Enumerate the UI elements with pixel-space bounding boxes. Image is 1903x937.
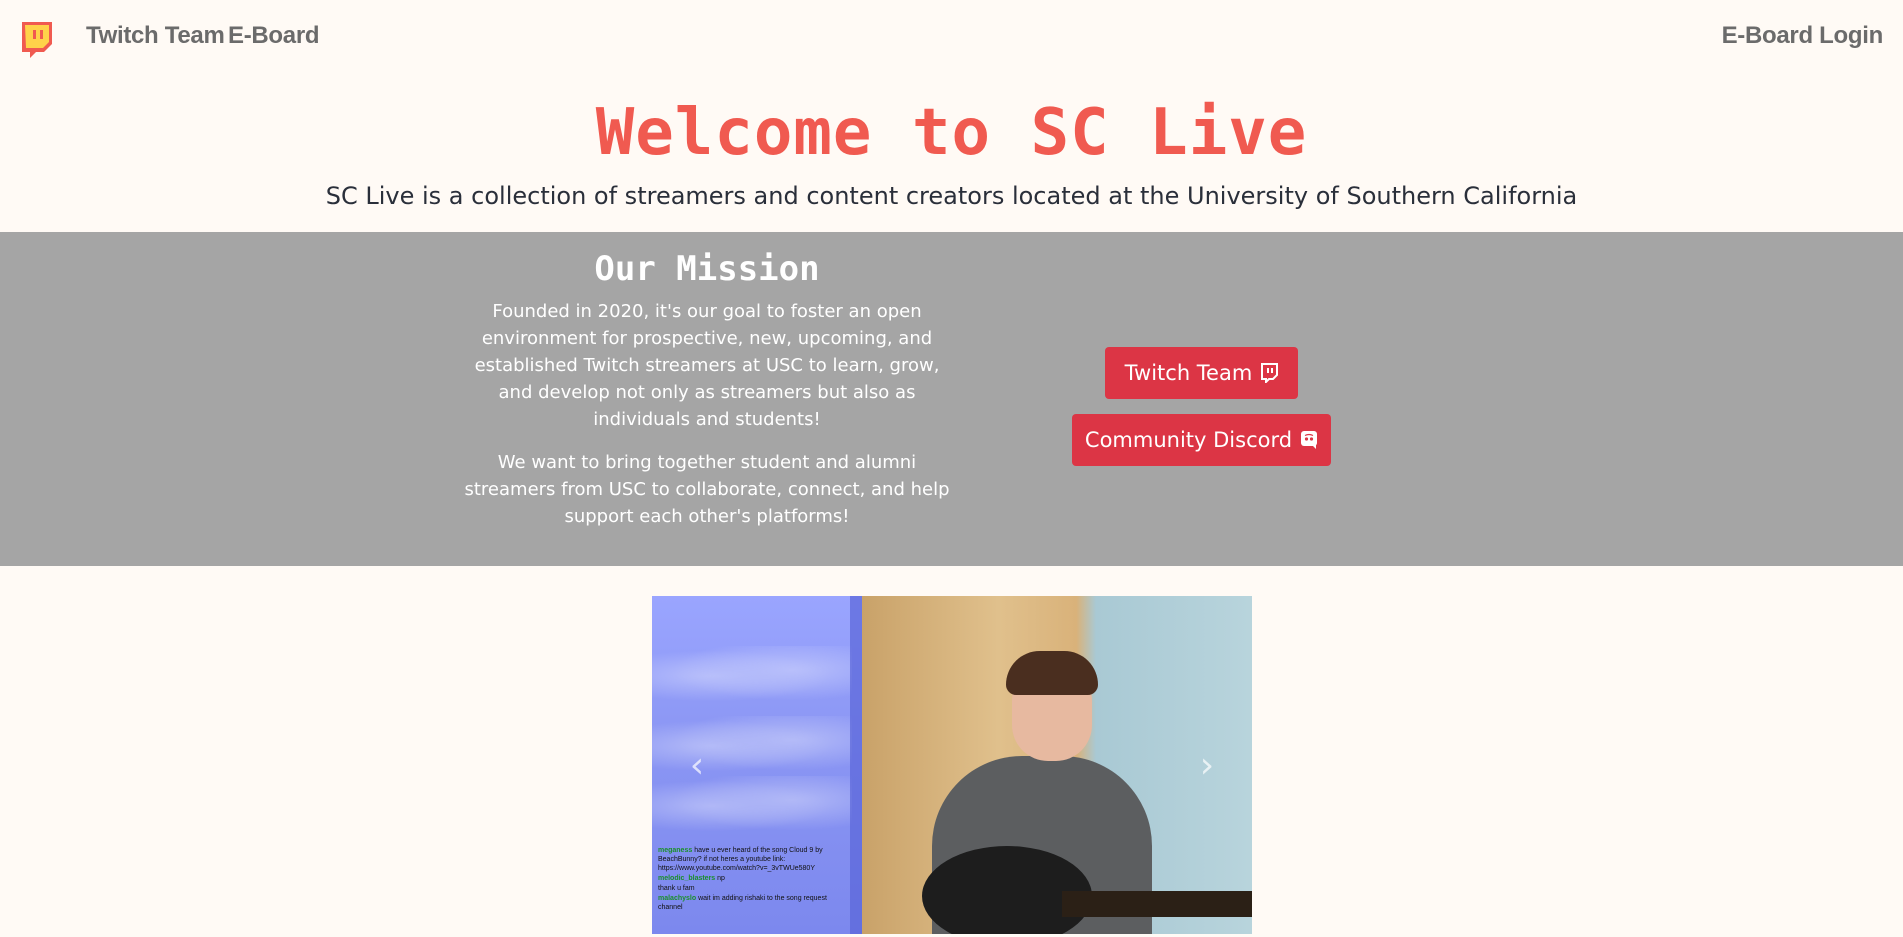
discord-icon <box>1300 430 1318 450</box>
chat-username: malachyslo <box>658 895 697 902</box>
chat-text: thank u fam <box>658 885 695 892</box>
guitar-neck <box>1062 891 1252 917</box>
chat-text: np <box>717 875 725 882</box>
mission-paragraph-1: Founded in 2020, it's our goal to foster… <box>474 301 940 430</box>
chat-message: malachyslo wait im adding rishaki to the… <box>658 894 853 912</box>
slide-divider <box>850 596 862 934</box>
page-subtitle: SC Live is a collection of streamers and… <box>325 182 1578 210</box>
community-discord-button-label: Community Discord <box>1084 428 1293 452</box>
twitch-team-button-label: Twitch Team <box>1124 361 1253 385</box>
mission-text: Our Mission Founded in 2020, it's our go… <box>462 248 952 546</box>
navbar: Twitch Team E-Board E-Board Login <box>0 0 1903 78</box>
hero-section: Welcome to SC Live SC Live is a collecti… <box>0 90 1903 216</box>
mission-title: Our Mission <box>594 249 820 289</box>
chat-message: thank u fam <box>658 884 853 893</box>
twitch-icon <box>1260 363 1279 383</box>
stream-carousel[interactable]: meganess have u ever heard of the song C… <box>652 596 1252 934</box>
mission-paragraph-2: We want to bring together student and al… <box>464 452 950 527</box>
chevron-right-icon[interactable]: › <box>1192 746 1222 786</box>
twitch-logo-icon[interactable] <box>18 18 56 58</box>
nav-link-e-board[interactable]: E-Board <box>228 22 320 50</box>
community-discord-button[interactable]: Community Discord <box>1072 414 1331 466</box>
nav-link-e-board-login[interactable]: E-Board Login <box>1722 22 1884 50</box>
person-hair <box>1006 651 1098 695</box>
chat-messages: meganess have u ever heard of the song C… <box>658 846 853 913</box>
cloud-decoration <box>652 646 852 706</box>
nav-link-twitch-team[interactable]: Twitch Team <box>86 22 225 50</box>
mission-section: Our Mission Founded in 2020, it's our go… <box>0 232 1903 566</box>
chat-message: melodic_blasters np <box>658 874 853 883</box>
twitch-team-button[interactable]: Twitch Team <box>1105 347 1298 399</box>
chat-username: meganess <box>658 847 693 854</box>
chat-message: meganess have u ever heard of the song C… <box>658 846 853 873</box>
chevron-left-icon[interactable]: ‹ <box>682 746 712 786</box>
page-title: Welcome to SC Live <box>595 96 1308 170</box>
chat-username: melodic_blasters <box>658 875 716 882</box>
